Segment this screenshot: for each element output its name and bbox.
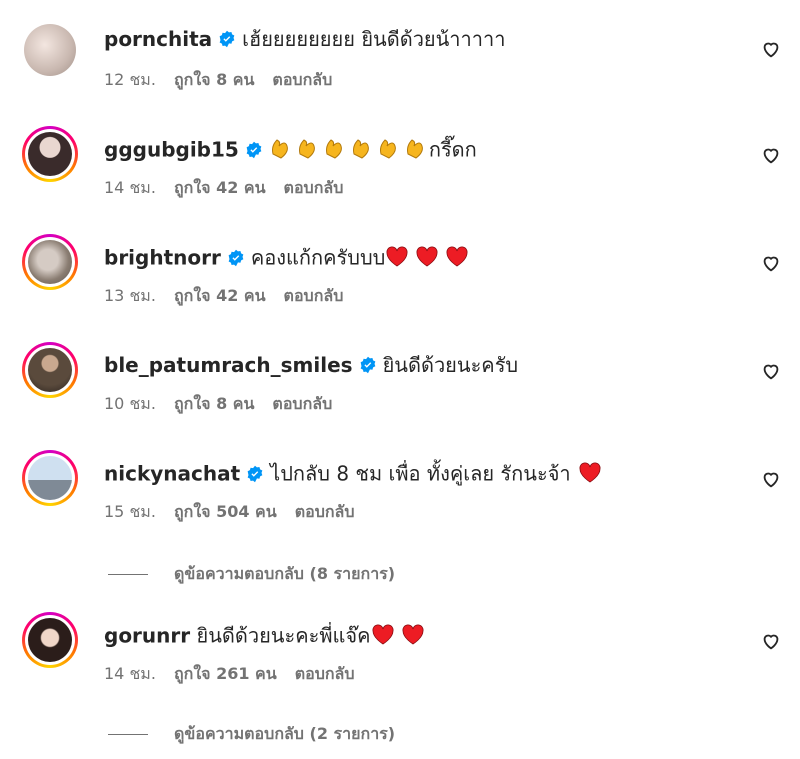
verified-badge-icon [228,249,244,266]
view-replies-button[interactable]: ดูข้อความตอบกลับ (2 รายการ) [108,722,396,743]
view-replies-label: ดูข้อความตอบกลับ (8 รายการ) [174,564,396,583]
comment-item: gggubgib15 กรี๊ดก 14 ชม. ถูกใจ 42 คน ตอบกล… [0,126,800,226]
comment-text: กรี๊ดก [428,137,477,162]
comment-username[interactable]: gggubgib15 [104,138,239,162]
verified-badge-icon [246,141,262,158]
heart-outline-icon[interactable] [760,144,782,166]
red-heart-emoji [577,460,603,490]
avatar[interactable] [22,612,78,668]
comment-time[interactable]: 14 ชม. [104,664,156,683]
comment-username[interactable]: nickynachat [104,462,240,486]
heart-outline-icon[interactable] [760,360,782,382]
comment-likes[interactable]: ถูกใจ 261 คน [174,664,277,683]
verified-badge-icon [247,465,263,482]
comment-text: เฮ้ยยยยยยยย ยินดีด้วยน้าาาาา [242,27,506,51]
comment-username[interactable]: brightnorr [104,246,221,270]
comment-time[interactable]: 15 ชม. [104,502,156,521]
comment-time[interactable]: 14 ชม. [104,178,156,197]
reply-button[interactable]: ตอบกลับ [272,70,332,89]
avatar[interactable] [22,234,78,290]
comment-item: nickynachat ไปกลับ 8 ชม เพื่อ ทั้งคู่เลย … [0,450,800,550]
comment-likes[interactable]: ถูกใจ 504 คน [174,502,277,521]
comment-username[interactable]: pornchita [104,27,212,51]
comment-likes[interactable]: ถูกใจ 42 คน [174,286,266,305]
comment-likes[interactable]: ถูกใจ 42 คน [174,178,266,197]
heart-outline-icon[interactable] [760,252,782,274]
comment-item: gorunrr ยินดีด้วยนะคะพี่แจ๊ค 14 ชม. ถูกใจ… [0,612,800,712]
reply-button[interactable]: ตอบกลับ [284,286,344,305]
comment-item: ble_patumrach_smiles ยินดีด้วยนะครับ 10 ช… [0,342,800,442]
comment-item: brightnorr คองแก้กครับบบ 13 ชม. ถูกใจ 42 ค… [0,234,800,334]
red-heart-emoji [371,622,425,652]
reply-button[interactable]: ตอบกลับ [284,178,344,197]
comment-likes[interactable]: ถูกใจ 8 คน [174,70,254,89]
reply-button[interactable]: ตอบกลับ [295,664,355,683]
avatar[interactable] [24,24,76,76]
divider-line [108,734,148,735]
comment-likes[interactable]: ถูกใจ 8 คน [174,394,254,413]
verified-badge-icon [219,30,235,48]
comment-time[interactable]: 12 ชม. [104,70,156,89]
heart-outline-icon[interactable] [760,630,782,652]
comment-username[interactable]: gorunrr [104,624,190,648]
clapping-hands-emoji [269,136,429,166]
comment-text: คองแก้กครับบบ [250,245,386,270]
comment-time[interactable]: 10 ชม. [104,394,156,413]
avatar[interactable] [22,126,78,182]
avatar[interactable] [22,342,78,398]
comment-username[interactable]: ble_patumrach_smiles [104,353,353,377]
view-replies-label: ดูข้อความตอบกลับ (2 รายการ) [174,724,396,743]
avatar[interactable] [22,450,78,506]
red-heart-emoji [385,244,469,274]
verified-badge-icon [360,356,375,374]
comment-item: pornchita เฮ้ยยยยยยยย ยินดีด้วยน้าาาาา 12… [0,16,800,116]
heart-outline-icon[interactable] [760,468,782,490]
comment-text: ยินดีด้วยนะครับ [382,353,519,377]
comment-text: ไปกลับ 8 ชม เพื่อ ทั้งคู่เลย รักนะจ้า [270,461,571,486]
divider-line [108,574,148,575]
reply-button[interactable]: ตอบกลับ [295,502,355,521]
comment-text: ยินดีด้วยนะคะพี่แจ๊ค [196,623,371,648]
comment-time[interactable]: 13 ชม. [104,286,156,305]
reply-button[interactable]: ตอบกลับ [272,394,332,413]
heart-outline-icon[interactable] [760,38,782,60]
view-replies-button[interactable]: ดูข้อความตอบกลับ (8 รายการ) [108,562,396,583]
